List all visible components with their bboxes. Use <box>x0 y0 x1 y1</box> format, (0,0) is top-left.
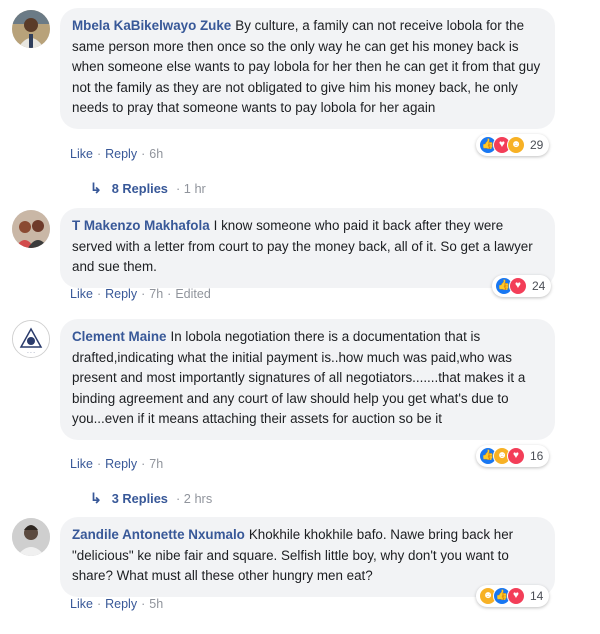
love-reaction-icon: ♥ <box>509 277 527 295</box>
avatar[interactable] <box>12 210 50 248</box>
reply-arrow-icon: ↳ <box>90 180 102 196</box>
reply-link[interactable]: Reply <box>105 287 137 301</box>
avatar[interactable] <box>12 10 50 48</box>
love-reaction-icon: ♥ <box>507 587 525 605</box>
comment-timestamp[interactable]: 7h <box>149 457 163 471</box>
like-link[interactable]: Like <box>70 147 93 161</box>
reply-link[interactable]: Reply <box>105 457 137 471</box>
comment-actions: Like · Reply · 6h <box>70 147 164 161</box>
reaction-summary[interactable]: 👍 ♥ 24 <box>492 275 552 297</box>
comment-author[interactable]: T Makenzo Makhafola <box>72 218 210 233</box>
edited-label[interactable]: Edited <box>175 287 210 301</box>
comment-author[interactable]: Clement Maine <box>72 329 167 344</box>
comment-author[interactable]: Zandile Antonette Nxumalo <box>72 527 245 542</box>
comment-timestamp[interactable]: 5h <box>149 597 163 611</box>
like-link[interactable]: Like <box>70 457 93 471</box>
reaction-summary[interactable]: ☻ 👍 ♥ 14 <box>476 585 550 607</box>
haha-reaction-icon: ☻ <box>507 136 525 154</box>
replies-count[interactable]: 8 Replies <box>112 181 168 196</box>
comment-author[interactable]: Mbela KaBikelwayo Zuke <box>72 18 231 33</box>
comment-bubble: Clement Maine In lobola negotiation there… <box>60 319 555 440</box>
love-reaction-icon: ♥ <box>507 447 525 465</box>
comment-timestamp[interactable]: 7h <box>149 287 163 301</box>
comment-actions: Like · Reply · 7h <box>70 457 164 471</box>
reaction-count: 29 <box>530 138 544 152</box>
comment-bubble: Mbela KaBikelwayo Zuke By culture, a fami… <box>60 8 555 129</box>
reply-arrow-icon: ↳ <box>90 490 102 506</box>
reaction-count: 16 <box>530 449 544 463</box>
reaction-count: 24 <box>532 279 546 293</box>
comment-timestamp[interactable]: 6h <box>149 147 163 161</box>
reaction-summary[interactable]: 👍 ☻ ♥ 16 <box>476 445 550 467</box>
comment-bubble: T Makenzo Makhafola I know someone who pa… <box>60 208 555 288</box>
replies-count[interactable]: 3 Replies <box>112 491 168 506</box>
svg-text:· · ·: · · · <box>27 350 35 356</box>
comment-actions: Like · Reply · 7h · Edited <box>70 287 211 301</box>
avatar[interactable]: · · · <box>12 320 50 358</box>
reply-link[interactable]: Reply <box>105 597 137 611</box>
like-link[interactable]: Like <box>70 597 93 611</box>
view-replies-link[interactable]: ↳ 3 Replies · 2 hrs <box>90 490 212 507</box>
view-replies-link[interactable]: ↳ 8 Replies · 1 hr <box>90 180 206 197</box>
avatar[interactable] <box>12 518 50 556</box>
replies-time: · 1 hr <box>175 181 206 196</box>
like-link[interactable]: Like <box>70 287 93 301</box>
reply-link[interactable]: Reply <box>105 147 137 161</box>
comment-bubble: Zandile Antonette Nxumalo Khokhile khokhi… <box>60 517 555 597</box>
reaction-summary[interactable]: 👍 ♥ ☻ 29 <box>476 134 550 156</box>
reaction-count: 14 <box>530 589 544 603</box>
replies-time: · 2 hrs <box>175 491 213 506</box>
comment-actions: Like · Reply · 5h <box>70 597 164 611</box>
